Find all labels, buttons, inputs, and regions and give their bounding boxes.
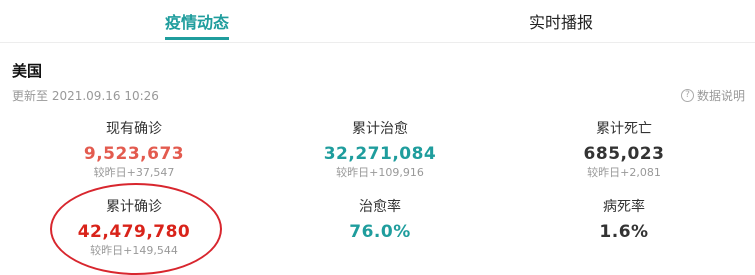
- stat-total-deaths: 累计死亡 685,023 较昨日+2,081: [534, 120, 714, 180]
- region-title: 美国: [12, 62, 43, 80]
- stat-label: 累计治愈: [352, 121, 408, 137]
- active-tab-underline: [165, 37, 229, 40]
- stat-label: 现有确诊: [106, 121, 162, 137]
- stat-label: 累计死亡: [596, 121, 652, 137]
- tab-epidemic-news[interactable]: 疫情动态: [165, 9, 229, 33]
- stat-delta: 较昨日+109,916: [336, 166, 424, 179]
- stat-current-confirmed: 现有确诊 9,523,673 较昨日+37,547: [44, 120, 224, 180]
- stat-delta: 较昨日+2,081: [587, 166, 661, 179]
- question-icon: ?: [680, 89, 694, 102]
- stat-value: 685,023: [583, 144, 665, 164]
- stat-total-cured: 累计治愈 32,271,084 较昨日+109,916: [290, 120, 470, 180]
- data-explanation-label: 数据说明: [696, 89, 745, 103]
- stat-delta: 较昨日+149,544: [90, 244, 178, 257]
- stat-label: 累计确诊: [106, 199, 162, 215]
- stat-value: 9,523,673: [83, 144, 185, 164]
- stat-total-confirmed: 累计确诊 42,479,780 较昨日+149,544: [44, 198, 224, 258]
- stat-cure-rate: 治愈率 76.0%: [290, 198, 470, 244]
- tab-bar: 疫情动态 实时播报: [0, 0, 755, 43]
- stat-value: 42,479,780: [77, 222, 191, 242]
- stat-label: 病死率: [603, 199, 645, 215]
- update-time: 更新至 2021.09.16 10:26: [12, 89, 159, 103]
- stat-value: 1.6%: [599, 222, 649, 242]
- stat-delta: 较昨日+37,547: [93, 166, 175, 179]
- data-explanation-link[interactable]: ? 数据说明: [680, 87, 745, 104]
- stat-value: 76.0%: [349, 222, 411, 242]
- tab-live-report[interactable]: 实时播报: [529, 9, 593, 33]
- stat-label: 治愈率: [359, 199, 401, 215]
- stat-value: 32,271,084: [323, 144, 437, 164]
- stat-death-rate: 病死率 1.6%: [534, 198, 714, 244]
